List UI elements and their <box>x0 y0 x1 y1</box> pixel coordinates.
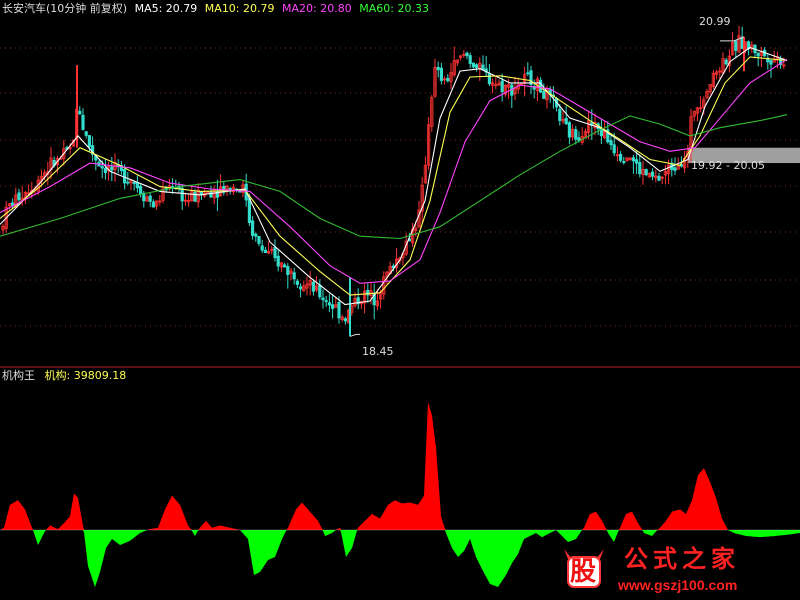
ma20-label: MA20: 20.80 <box>282 2 352 15</box>
stock-title: 长安汽车(10分钟 前复权) <box>2 2 128 15</box>
indicator-value: 机构: 39809.18 <box>44 369 127 382</box>
candle-body-190 <box>609 140 613 146</box>
candle-body-25 <box>81 114 85 130</box>
low-price-label: 18.45 <box>362 345 394 358</box>
candle-body-24 <box>78 110 82 115</box>
candle-body-102 <box>327 302 332 306</box>
candle-body-43 <box>138 185 143 194</box>
candle-body-107 <box>343 318 348 322</box>
candle-body-103 <box>330 304 335 309</box>
candle-body-100 <box>321 297 325 301</box>
candle-body-39 <box>126 181 130 184</box>
candle-body-164 <box>526 72 530 75</box>
candle-body-88 <box>282 264 287 268</box>
candle-body-194 <box>622 161 626 164</box>
stock-chart-screen: 长安汽车(10分钟 前复权) MA5: 20.79 MA10: 20.79 MA… <box>0 0 800 600</box>
high-price-label: 20.99 <box>699 15 731 28</box>
price-chart <box>0 25 800 587</box>
candle-body-79 <box>254 233 258 237</box>
candle-body-199 <box>638 162 642 175</box>
candle-body-176 <box>564 117 568 125</box>
candle-body-156 <box>500 80 504 93</box>
candle-body-201 <box>644 169 648 176</box>
candle-body-93 <box>298 286 303 290</box>
candle-body-86 <box>276 255 280 267</box>
candle-body-139 <box>446 77 450 82</box>
candle-body-81 <box>260 245 264 251</box>
candle-body-91 <box>292 272 296 280</box>
candle-body-152 <box>487 72 492 85</box>
candle-body-26 <box>84 131 88 136</box>
candle-body-41 <box>132 181 136 185</box>
candle-body-32 <box>103 167 107 173</box>
watermark-logo-char: 股 <box>570 557 597 587</box>
watermark-name: 公式之家 <box>624 545 740 573</box>
candle-body-236 <box>756 52 760 57</box>
candle-body-34 <box>110 166 114 171</box>
candle-body-78 <box>250 220 255 236</box>
candle-body-105 <box>337 301 341 319</box>
candle-body-137 <box>439 67 444 81</box>
candle-body-150 <box>481 64 485 71</box>
candle-body-92 <box>295 280 300 285</box>
candle-body-101 <box>324 300 328 302</box>
candle-body-205 <box>657 175 661 181</box>
candle-body-56 <box>180 187 184 202</box>
candle-body-99 <box>318 284 322 298</box>
candle-body-89 <box>286 266 290 275</box>
candle-body-42 <box>135 182 139 189</box>
indicator-positive-area <box>0 401 800 530</box>
candle-body-174 <box>558 108 562 121</box>
indicator-title: 机构王 <box>2 369 35 382</box>
ma60-label: MA60: 20.33 <box>359 2 429 15</box>
candle-body-198 <box>635 159 639 164</box>
candle-body-147 <box>471 62 476 68</box>
candle-body-46 <box>148 195 152 202</box>
candle-body-85 <box>273 246 277 258</box>
candle-body-197 <box>631 157 636 162</box>
candle-body-60 <box>193 191 197 202</box>
candle-body-168 <box>539 79 543 93</box>
candle-body-179 <box>574 129 578 140</box>
price-chart-header: 长安汽车(10分钟 前复权) MA5: 20.79 MA10: 20.79 MA… <box>2 3 429 15</box>
candle-body-38 <box>123 169 127 184</box>
candle-body-145 <box>465 52 469 57</box>
candle-body-31 <box>100 166 104 169</box>
candle-body-177 <box>567 122 572 138</box>
candle-body-97 <box>311 281 316 292</box>
candle-body-148 <box>474 64 479 69</box>
candle-body-146 <box>468 55 472 64</box>
range-label: 19.92 - 20.05 <box>691 159 765 172</box>
candle-body-226 <box>724 59 728 65</box>
candle-body-77 <box>247 198 251 223</box>
candle-body-203 <box>651 171 655 177</box>
watermark-url: www.gszj100.com <box>618 577 738 593</box>
candle-body-210 <box>673 167 677 171</box>
candle-body-240 <box>769 60 773 65</box>
candle-body-180 <box>577 137 581 141</box>
candle-body-229 <box>734 40 738 51</box>
watermark-logo-icon: 股 <box>562 545 606 591</box>
candle-body-64 <box>206 191 210 194</box>
candle-body-169 <box>542 90 546 99</box>
candle-body-193 <box>619 153 623 161</box>
candle-body-27 <box>87 135 91 148</box>
indicator-header: 机构王 机构: 39809.18 <box>2 370 126 382</box>
candle-body-5 <box>17 192 21 201</box>
candle-body-191 <box>612 144 616 154</box>
low-marker-icon <box>349 333 360 337</box>
candle-body-80 <box>257 236 261 244</box>
candle-body-47 <box>151 201 155 208</box>
candle-body-136 <box>436 66 440 71</box>
candle-body-82 <box>263 249 268 254</box>
ma5-label: MA5: 20.79 <box>134 2 198 15</box>
ma10-label: MA10: 20.79 <box>204 2 275 15</box>
watermark: 股 公式之家 www.gszj100.com <box>556 545 800 600</box>
